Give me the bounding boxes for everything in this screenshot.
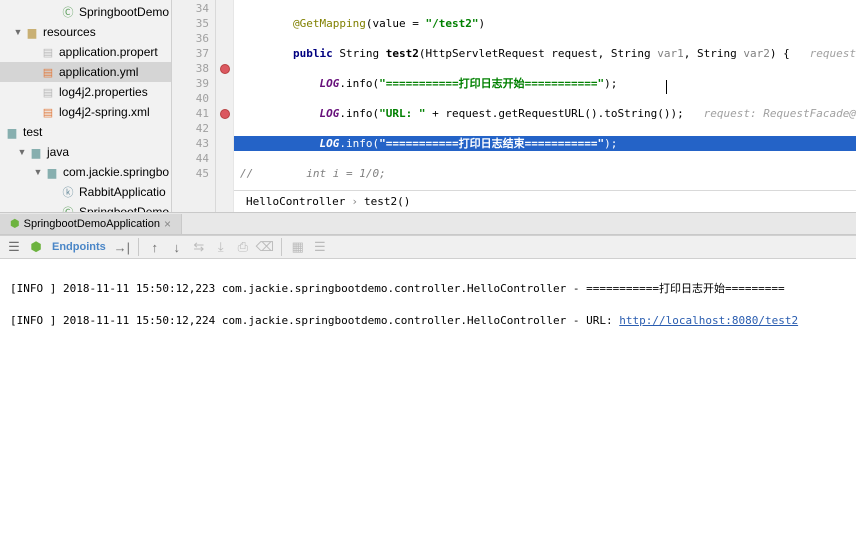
tree-item[interactable]: ▼▆resources <box>0 22 171 42</box>
expand-arrow-icon[interactable]: ▼ <box>16 147 28 157</box>
run-config-tab[interactable]: ⬢ SpringbootDemoApplication × <box>0 214 182 234</box>
text-cursor-icon <box>666 80 667 94</box>
tree-label: application.propert <box>59 45 158 59</box>
line-number: 42 <box>172 121 209 136</box>
package-icon: ▆ <box>44 164 60 180</box>
line-number: 39 <box>172 76 209 91</box>
gutter-annotations <box>216 0 234 212</box>
line-number: 44 <box>172 151 209 166</box>
folder-icon: ▆ <box>24 24 40 40</box>
folder-icon: ▆ <box>4 124 20 140</box>
kotlin-file-icon: ⓚ <box>60 184 76 200</box>
class-icon: Ⓒ <box>60 4 76 20</box>
tree-item[interactable]: ▆test <box>0 122 171 142</box>
tree-label: RabbitApplicatio <box>79 185 166 199</box>
code-content[interactable]: @GetMapping(value = "/test2") public Str… <box>234 0 856 212</box>
line-number: 36 <box>172 31 209 46</box>
tree-item[interactable]: ▼▆com.jackie.springbo <box>0 162 171 182</box>
console-output[interactable]: [INFO ] 2018-11-11 15:50:12,223 com.jack… <box>0 259 856 351</box>
spring-icon: ⬢ <box>10 217 20 230</box>
tree-label: application.yml <box>59 65 138 79</box>
breakpoint-icon[interactable] <box>220 109 230 119</box>
code-editor[interactable]: 34 35 36 37 38 39 40 41 42 43 44 45 @Get… <box>172 0 856 212</box>
line-number: 43 <box>172 136 209 151</box>
breakpoint-icon[interactable] <box>220 64 230 74</box>
log-line: [INFO ] 2018-11-11 15:50:12,224 com.jack… <box>10 313 846 329</box>
line-number: 35 <box>172 16 209 31</box>
line-gutter[interactable]: 34 35 36 37 38 39 40 41 42 43 44 45 <box>172 0 216 212</box>
separator <box>281 238 282 256</box>
xml-file-icon: ▤ <box>40 104 56 120</box>
selected-line: LOG.info("===========打印日志结束===========")… <box>234 136 856 151</box>
tree-item-selected[interactable]: ▤application.yml <box>0 62 171 82</box>
breadcrumb-class[interactable]: HelloController <box>246 194 345 209</box>
down-stack-icon[interactable]: ↓ <box>167 237 187 257</box>
line-number: 37 <box>172 46 209 61</box>
tree-item[interactable]: ▼▆java <box>0 142 171 162</box>
folder-icon: ▆ <box>28 144 44 160</box>
soft-wrap-icon[interactable]: ⇆ <box>189 237 209 257</box>
tree-label: resources <box>43 25 96 39</box>
annotation: @GetMapping <box>293 17 366 30</box>
line-number: 45 <box>172 166 209 181</box>
console-toolbar: ☰ ⬢ Endpoints →| ↑ ↓ ⇆ ⤓ ⎙ ⌫ ▦ ☰ <box>0 235 856 259</box>
expand-arrow-icon[interactable]: ▼ <box>32 167 44 177</box>
tree-label: log4j2.properties <box>59 85 148 99</box>
console-url-link[interactable]: http://localhost:8080/test2 <box>619 314 798 327</box>
run-tab-label: SpringbootDemoApplication <box>24 218 160 230</box>
breadcrumb-method[interactable]: test2() <box>364 194 410 209</box>
line-number: 41 <box>172 106 209 121</box>
properties-file-icon: ▤ <box>40 84 56 100</box>
tree-label: SpringbootDemo <box>79 205 169 212</box>
log-line: [INFO ] 2018-11-11 15:50:12,223 com.jack… <box>10 281 846 297</box>
class-icon: Ⓒ <box>60 204 76 212</box>
endpoints-tab[interactable]: Endpoints <box>52 241 106 253</box>
expand-arrow-icon[interactable]: ▼ <box>12 27 24 37</box>
yaml-file-icon: ▤ <box>40 64 56 80</box>
actuator-icon[interactable]: ⬢ <box>26 237 46 257</box>
tree-label: log4j2-spring.xml <box>59 105 150 119</box>
attach-icon[interactable]: →| <box>112 237 132 257</box>
tree-item[interactable]: ⒸSpringbootDemo <box>0 202 171 212</box>
tree-item[interactable]: ⓚRabbitApplicatio <box>0 182 171 202</box>
tree-item[interactable]: ⒸSpringbootDemo <box>0 2 171 22</box>
line-number: 38 <box>172 61 209 76</box>
line-number: 34 <box>172 1 209 16</box>
breadcrumb-bar[interactable]: HelloController › test2() <box>234 190 856 212</box>
chevron-right-icon: › <box>351 194 358 209</box>
properties-file-icon: ▤ <box>40 44 56 60</box>
separator <box>138 238 139 256</box>
console-tab-icon[interactable]: ☰ <box>4 237 24 257</box>
project-tree[interactable]: ⒸSpringbootDemo ▼▆resources ▤application… <box>0 0 172 212</box>
tree-label: java <box>47 145 69 159</box>
tree-item[interactable]: ▤log4j2-spring.xml <box>0 102 171 122</box>
tree-label: test <box>23 125 42 139</box>
run-tab-bar: ⬢ SpringbootDemoApplication × <box>0 213 856 235</box>
print-icon[interactable]: ⎙ <box>233 237 253 257</box>
close-icon[interactable]: × <box>164 217 171 231</box>
tree-label: SpringbootDemo <box>79 5 169 19</box>
filter-icon[interactable]: ▦ <box>288 237 308 257</box>
tree-item[interactable]: ▤log4j2.properties <box>0 82 171 102</box>
tree-label: com.jackie.springbo <box>63 165 169 179</box>
tree-item[interactable]: ▤application.propert <box>0 42 171 62</box>
scroll-end-icon[interactable]: ⤓ <box>211 237 231 257</box>
clear-icon[interactable]: ⌫ <box>255 237 275 257</box>
line-number: 40 <box>172 91 209 106</box>
up-stack-icon[interactable]: ↑ <box>145 237 165 257</box>
settings-icon[interactable]: ☰ <box>310 237 330 257</box>
